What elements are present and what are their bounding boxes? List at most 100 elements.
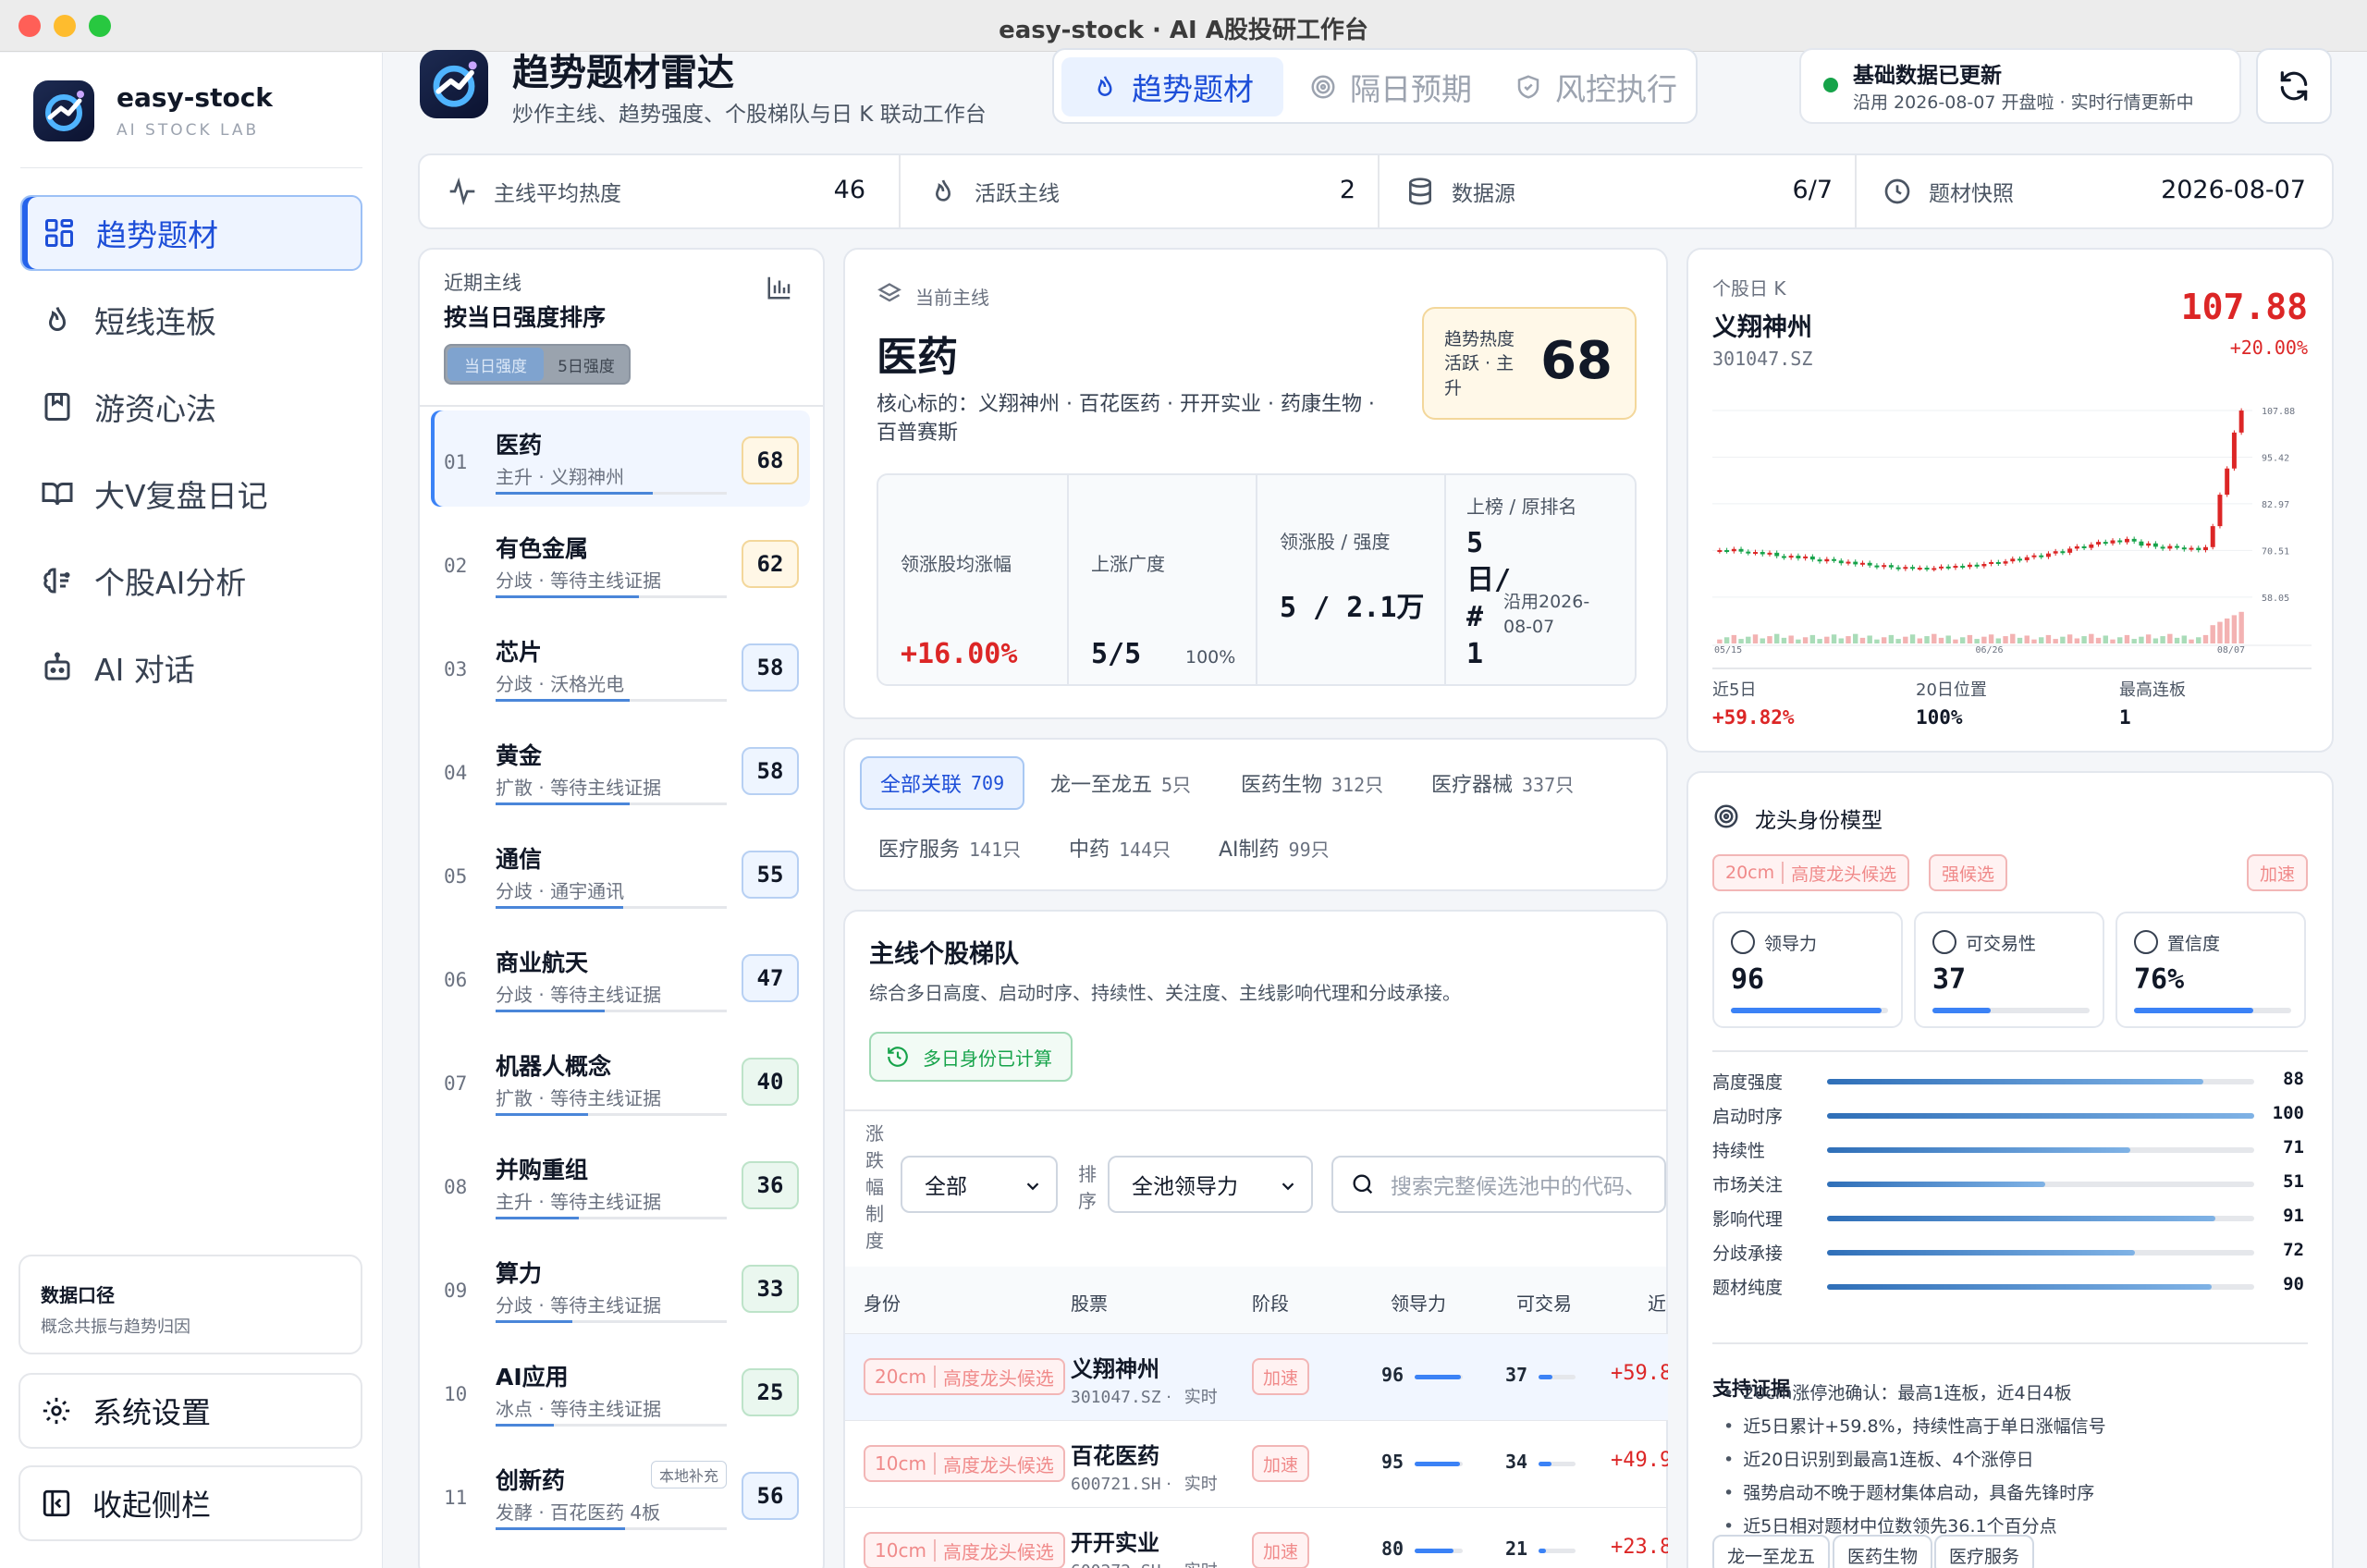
view-tabs: 趋势题材 隔日预期 风控执行: [1052, 48, 1698, 124]
tag-text: 高度龙头候选: [942, 1453, 1054, 1476]
theme-item[interactable]: 11 创新药 发酵 · 百花医药 4板 56 本地补充: [431, 1446, 810, 1542]
theme-sub: 扩散 · 等待主线证据: [496, 1087, 662, 1109]
filter-chip[interactable]: 全部关联 709: [860, 756, 1025, 810]
theme-item[interactable]: 05 通信 分歧 · 通宇通讯 55: [431, 825, 810, 921]
score-row: 持续性 71: [1712, 1137, 2304, 1165]
col-leadership[interactable]: 领导力: [1391, 1289, 1446, 1316]
bar-chart-icon[interactable]: [766, 274, 793, 301]
theme-tag[interactable]: 龙一至龙五: [1712, 1535, 1831, 1568]
theme-sub: 分歧 · 等待主线证据: [496, 984, 662, 1006]
table-row[interactable]: 10cm 高度龙头候选 百花医药 600721.SH · 实时 加速 95 34 +49.9: [845, 1420, 1668, 1507]
tab-trend-themes[interactable]: 趋势题材: [1061, 57, 1283, 116]
theme-strength-bar: [496, 802, 727, 805]
score-row: 题材纯度 90: [1712, 1274, 2304, 1302]
candle-body: [2210, 526, 2215, 547]
limit-label: 涨跌幅制度: [865, 1122, 884, 1252]
table-row[interactable]: 10cm 高度龙头候选开开实业600272.SH · 实时 加速 80 21 +23.8: [845, 1507, 1668, 1568]
tab-risk-control[interactable]: 风控执行: [1494, 57, 1698, 116]
theme-name: 芯片: [496, 639, 543, 666]
sidebar-item-review-diary[interactable]: 大V复盘日记: [20, 456, 362, 532]
theme-item[interactable]: 09 算力 分歧 · 等待主线证据 33: [431, 1239, 810, 1335]
stat-label: 主线平均热度: [494, 182, 621, 206]
stock-name[interactable]: 义翔神州: [1071, 1351, 1159, 1383]
stock-name[interactable]: 开开实业: [1071, 1525, 1159, 1557]
candle-body: [2217, 495, 2223, 527]
sidebar-item-short-line[interactable]: 短线连板: [20, 282, 362, 358]
volume-bar: [1809, 634, 1816, 643]
volume-bar: [1746, 636, 1751, 643]
sidebar-item-ai-chat[interactable]: AI 对话: [20, 630, 362, 705]
toggle-today[interactable]: 当日强度: [448, 348, 544, 381]
col-stage[interactable]: 阶段: [1252, 1289, 1289, 1316]
sort-select[interactable]: 全池领导力: [1108, 1156, 1313, 1213]
col-recent[interactable]: 近: [1648, 1289, 1666, 1316]
theme-item[interactable]: 07 机器人概念 扩散 · 等待主线证据 40: [431, 1032, 810, 1128]
header-logo-icon: [420, 50, 488, 118]
chip-count: 144只: [1119, 838, 1171, 861]
sidebar-item-stock-ai[interactable]: 个股AI分析: [20, 543, 362, 619]
candle-body: [1882, 565, 1887, 568]
score-value: 88: [2283, 1069, 2304, 1089]
candidate-search-input[interactable]: 搜索完整候选池中的代码、: [1331, 1156, 1666, 1213]
score-label: 市场关注: [1712, 1175, 1784, 1195]
collapse-sidebar-button[interactable]: 收起侧栏: [18, 1465, 362, 1541]
theme-strength-bar: [496, 906, 727, 909]
volume-bar: [1881, 637, 1887, 643]
filter-chip[interactable]: AI制药 99只: [1200, 821, 1348, 875]
settings-button[interactable]: 系统设置: [18, 1373, 362, 1449]
candle-body: [1781, 556, 1786, 558]
filter-chip[interactable]: 医药生物 312只: [1222, 756, 1402, 810]
volume-bar: [2110, 639, 2116, 643]
evidence-item: 近20日识别到最高1连板、4个涨停日: [1723, 1446, 2033, 1471]
factor-card: 置信度 76%: [2116, 912, 2306, 1028]
sidebar-item-trader-mind[interactable]: 游资心法: [20, 369, 362, 445]
theme-item[interactable]: 10 AI应用 冰点 · 等待主线证据 25: [431, 1342, 810, 1439]
theme-item[interactable]: 01 医药 主升 · 义翔神州 68: [431, 410, 810, 507]
tag-text: 10cm: [875, 1452, 926, 1475]
theme-strength-bar: [496, 1527, 727, 1530]
toggle-5day[interactable]: 5日强度: [546, 348, 627, 381]
stat-label: 题材快照: [1929, 182, 2014, 206]
gauge-icon: [1932, 930, 1956, 954]
volume-bar: [1831, 634, 1837, 643]
theme-item[interactable]: 02 有色金属 分歧 · 等待主线证据 62: [431, 514, 810, 610]
theme-sub: 分歧 · 等待主线证据: [496, 1294, 662, 1317]
stock-name[interactable]: 百花医药: [1071, 1438, 1159, 1470]
theme-item[interactable]: 06 商业航天 分歧 · 等待主线证据 47: [431, 928, 810, 1024]
theme-tag[interactable]: 医药生物: [1833, 1535, 1933, 1568]
theme-item[interactable]: 04 黄金 扩散 · 等待主线证据 58: [431, 721, 810, 817]
refresh-button[interactable]: [2256, 48, 2332, 124]
filter-chip[interactable]: 医疗服务 141只: [860, 821, 1039, 875]
volume-bar: [2124, 634, 2130, 643]
tradable-bar: [1539, 1375, 1576, 1379]
volume-bar: [1924, 636, 1930, 643]
tab-next-day[interactable]: 隔日预期: [1287, 57, 1494, 116]
metric-value: 5 / 2.1万: [1280, 592, 1425, 624]
table-row[interactable]: 20cm 高度龙头候选 义翔神州 301047.SZ · 实时 加速 96 37 +59.8: [845, 1333, 1668, 1420]
limit-select[interactable]: 全部: [901, 1156, 1058, 1213]
stat-label: 活跃主线: [975, 182, 1060, 206]
volume-bar: [1938, 637, 1944, 643]
metric-label: 上榜 / 原排名: [1466, 496, 1577, 518]
current-theme-panel: 当前主线 医药 核心标的：义翔神州 · 百花医药 · 开开实业 · 药康生物 ·…: [843, 248, 1668, 719]
filter-chip[interactable]: 中药 144只: [1050, 821, 1189, 875]
candle-body: [2196, 547, 2201, 551]
stat-divider: [899, 155, 901, 227]
theme-sub: 分歧 · 沃格光电: [496, 673, 625, 695]
theme-item[interactable]: 03 芯片 分歧 · 沃格光电 58: [431, 618, 810, 714]
sidebar-item-trend-themes[interactable]: 趋势题材: [20, 195, 362, 271]
stats-bar: 主线平均热度 46 活跃主线 2 数据源 6/7 题材快照 2026-08-07: [418, 153, 2334, 229]
filter-chip[interactable]: 医疗器械 337只: [1413, 756, 1592, 810]
stat-value: 2: [1339, 176, 1355, 204]
theme-rank: 05: [444, 865, 468, 888]
col-tradable[interactable]: 可交易: [1516, 1289, 1572, 1316]
tag-text: 高度龙头候选: [942, 1366, 1054, 1390]
kline-chart[interactable]: 107.88 95.42 82.97 70.51 58.05 05/15 06/26 08/0…: [1712, 390, 2312, 655]
candle-body: [1760, 552, 1765, 555]
filter-chip[interactable]: 龙一至龙五 5只: [1032, 756, 1209, 810]
candle-body: [1859, 562, 1865, 565]
theme-item[interactable]: 08 并购重组 主升 · 等待主线证据 36: [431, 1135, 810, 1231]
theme-tag[interactable]: 医疗服务: [1934, 1535, 2035, 1568]
candle-body: [2045, 553, 2051, 557]
metric-grid: 领涨股均涨幅 +16.00% 上涨广度 5/5 100% 领涨股 / 强度 5 …: [877, 473, 1637, 686]
